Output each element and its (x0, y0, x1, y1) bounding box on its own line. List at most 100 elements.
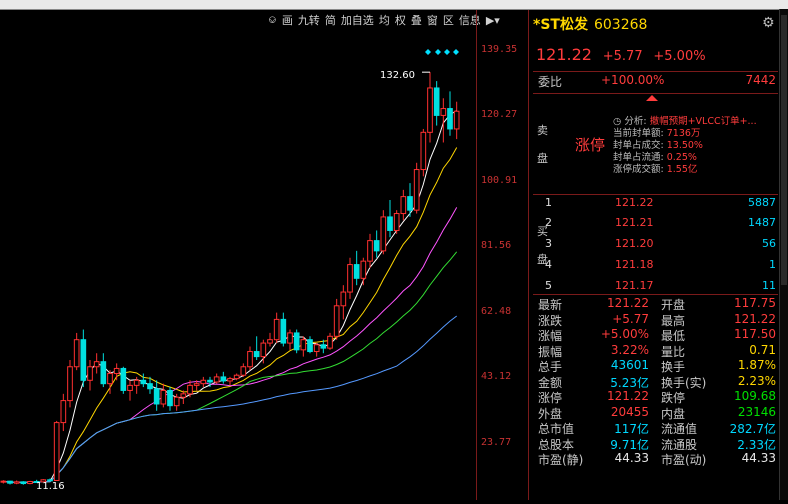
toolbar-range[interactable]: 区 (443, 12, 454, 28)
stat-key: 量比 (661, 344, 686, 359)
play-icon[interactable]: ▶▾ (486, 14, 500, 27)
gear-icon[interactable]: ⚙ (762, 15, 775, 31)
y-tick: 100.91 (481, 175, 518, 186)
bid-price: 121.22 (615, 196, 654, 209)
stat-key: 市盈(动) (661, 453, 707, 467)
toolbar-simple[interactable]: 简 (325, 12, 336, 28)
stat-key: 总手 (538, 360, 563, 374)
divider (533, 93, 778, 94)
candle-body (187, 384, 193, 395)
stat-row: 振幅 3.22% 量比 0.71 (533, 343, 778, 359)
stat-key: 涨停 (538, 391, 563, 405)
bid-price: 121.21 (615, 216, 654, 229)
chart-toolbar: ⎉ 画 九转 简 加自选 均 权 叠 窗 区 信息 ▶▾ (268, 11, 505, 29)
stat-row: 总手 43601 换手 1.87% (533, 358, 778, 374)
analysis-value: 7136万 (666, 128, 701, 139)
stat-key: 跌停 (661, 391, 686, 405)
candle-body (120, 367, 127, 391)
toolbar-draw[interactable]: 画 (282, 12, 293, 28)
last-price: 121.22 (536, 45, 592, 64)
candle-body (60, 400, 67, 424)
candle-body (313, 344, 320, 353)
candle-body (180, 393, 187, 398)
stat-value: 5.23亿 (610, 375, 649, 390)
stat-value: 121.22 (607, 296, 649, 310)
y-tick: 62.48 (481, 306, 512, 317)
candle-body (53, 422, 60, 481)
candle-body (287, 332, 293, 344)
bid-volume: 1487 (748, 216, 776, 229)
candle-body (447, 108, 453, 130)
stat-row: 外盘 20455 内盘 23146 (533, 405, 778, 421)
candle-body (293, 332, 300, 351)
stat-key: 换手 (661, 360, 686, 374)
bid-row[interactable]: 2 121.21 1487 (533, 216, 778, 236)
bid-row[interactable]: 3 121.20 56 (533, 237, 778, 257)
candle-body (100, 361, 107, 385)
high-price-label: 132.60 (380, 70, 415, 81)
candle-body (373, 240, 380, 252)
candle-body (127, 384, 133, 391)
candle-body (193, 383, 200, 386)
bid-volume: 56 (762, 237, 776, 250)
candle-body (133, 379, 140, 386)
stat-key: 流通值 (661, 422, 698, 436)
candle-body (93, 361, 100, 368)
stat-row: 总股本 9.71亿 流通股 2.33亿 (533, 436, 778, 452)
kline-chart[interactable]: 132.60 11.16 (0, 30, 527, 500)
moving-average-line (3, 207, 458, 483)
weibi-value: +100.00% (601, 73, 665, 87)
stat-row: 市盈(静) 44.33 市盈(动) 44.33 (533, 451, 778, 467)
stat-value: 9.71亿 (610, 437, 649, 452)
stock-header: *ST松发 603268 (533, 14, 647, 34)
toolbar-nine-turn[interactable]: 九转 (298, 12, 320, 28)
candle-body (420, 131, 427, 171)
candle-body (7, 480, 13, 484)
toolbar-info[interactable]: 信息 (459, 12, 481, 28)
candle-body (87, 366, 93, 381)
stat-value: 44.33 (741, 451, 776, 465)
candle-body (220, 376, 227, 382)
candle-body (380, 216, 387, 252)
toolbar-rights[interactable]: 权 (395, 12, 406, 28)
analysis-key: 封单占流通: (613, 152, 664, 163)
stat-value: 117.50 (734, 327, 776, 341)
scrollbar-thumb[interactable] (781, 15, 787, 285)
candle-body (413, 169, 420, 211)
toolbar-window[interactable]: 窗 (427, 12, 438, 28)
stat-key: 最高 (661, 313, 686, 328)
stat-key: 涨幅 (538, 329, 563, 343)
bid-volume: 1 (769, 258, 776, 271)
y-tick: 43.12 (481, 371, 512, 382)
kline-svg: 132.60 11.16 (0, 49, 460, 492)
bid-row[interactable]: 4 121.18 1 (533, 258, 778, 278)
candle-body (207, 379, 213, 383)
stat-row: 涨幅 +5.00% 最低 117.50 (533, 327, 778, 343)
stat-key: 外盘 (538, 406, 563, 421)
candle-body (387, 216, 393, 231)
candle-body (327, 335, 333, 349)
toolbar-add-watchlist[interactable]: 加自选 (341, 12, 374, 28)
candle-body (13, 481, 20, 484)
stat-key: 内盘 (661, 406, 686, 421)
vertical-scrollbar[interactable] (779, 9, 788, 500)
candle-body (27, 481, 33, 485)
price-tag-icon[interactable]: ⎉ (268, 13, 277, 27)
weibi-volume: 7442 (745, 73, 776, 87)
candle-body (340, 291, 347, 307)
toolbar-average[interactable]: 均 (379, 12, 390, 28)
candle-body (280, 318, 287, 344)
candle-body (80, 339, 87, 381)
candle-body (20, 481, 27, 485)
candle-body (347, 264, 353, 293)
analysis-title: 分析: (624, 116, 647, 127)
stat-value: 43601 (610, 358, 649, 372)
bid-row[interactable]: 1 121.22 5887 (533, 196, 778, 216)
moving-average-line (3, 147, 458, 483)
analysis-key: 封单占成交: (613, 140, 664, 151)
chevron-up-icon[interactable] (646, 95, 658, 101)
bid-price: 121.18 (615, 258, 654, 271)
analysis-link[interactable]: 撤帽预期+VLCC订单+... (650, 116, 757, 127)
stat-row: 金额 5.23亿 换手(实) 2.23% (533, 374, 778, 390)
toolbar-overlay[interactable]: 叠 (411, 12, 422, 28)
